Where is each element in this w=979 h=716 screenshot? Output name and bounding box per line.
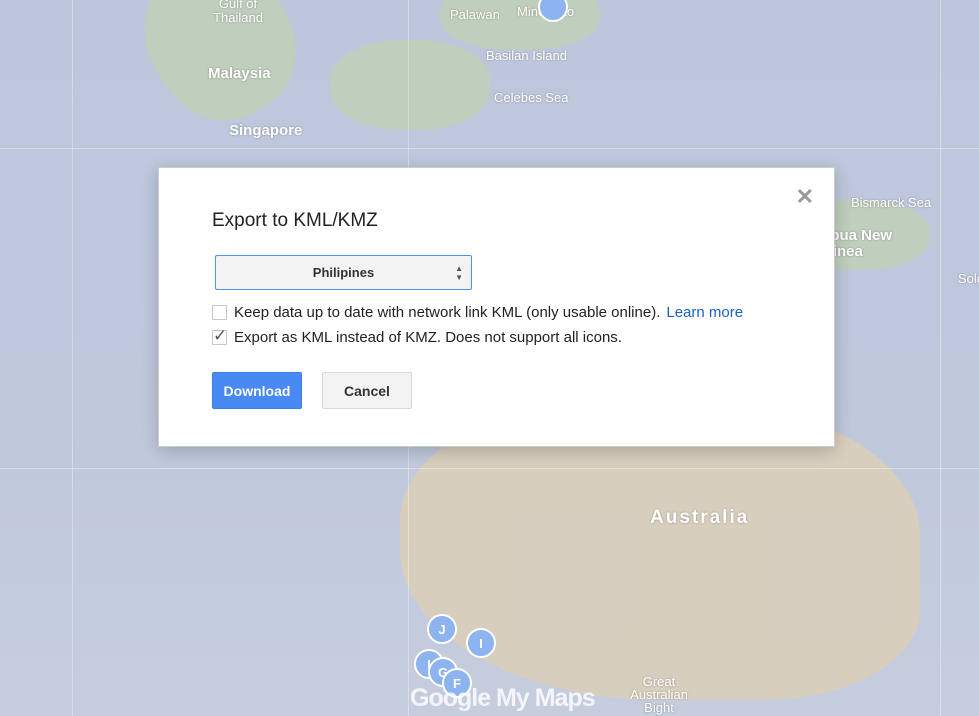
- cancel-button[interactable]: Cancel: [322, 372, 412, 409]
- map-marker[interactable]: I: [466, 628, 496, 658]
- map-label: Celebes Sea: [494, 90, 569, 105]
- map-label: Singapore: [229, 122, 303, 139]
- download-button[interactable]: Download: [212, 372, 302, 409]
- map-label: Solomon: [958, 271, 979, 286]
- export-kml-label: Export as KML instead of KMZ. Does not s…: [234, 329, 622, 346]
- map-label: Palawan: [450, 7, 500, 22]
- close-icon[interactable]: ✕: [796, 184, 814, 210]
- updown-arrows-icon: ▲ ▼: [455, 264, 463, 282]
- dialog-title: Export to KML/KMZ: [212, 210, 378, 231]
- network-link-checkbox[interactable]: [212, 305, 227, 320]
- export-kml-dialog: ✕ Export to KML/KMZ Philipines ▲ ▼ Keep d…: [158, 167, 835, 447]
- map-label: Basilan Island: [486, 48, 567, 63]
- layer-select[interactable]: Philipines ▲ ▼: [215, 255, 472, 290]
- map-label: Great Australian Bight: [630, 674, 688, 715]
- export-kml-checkbox[interactable]: [212, 326, 227, 346]
- map-label: Gulf of Thailand: [213, 0, 263, 25]
- map-label: Malaysia: [208, 65, 271, 82]
- layer-select-value: Philipines: [312, 265, 375, 280]
- learn-more-link[interactable]: Learn more: [666, 304, 743, 321]
- map-label: Australia: [650, 507, 750, 528]
- map-label: Bismarck Sea: [851, 195, 932, 210]
- map-marker[interactable]: J: [427, 614, 457, 644]
- google-my-maps-logo: Google My Maps: [410, 684, 596, 712]
- network-link-label: Keep data up to date with network link K…: [234, 304, 661, 321]
